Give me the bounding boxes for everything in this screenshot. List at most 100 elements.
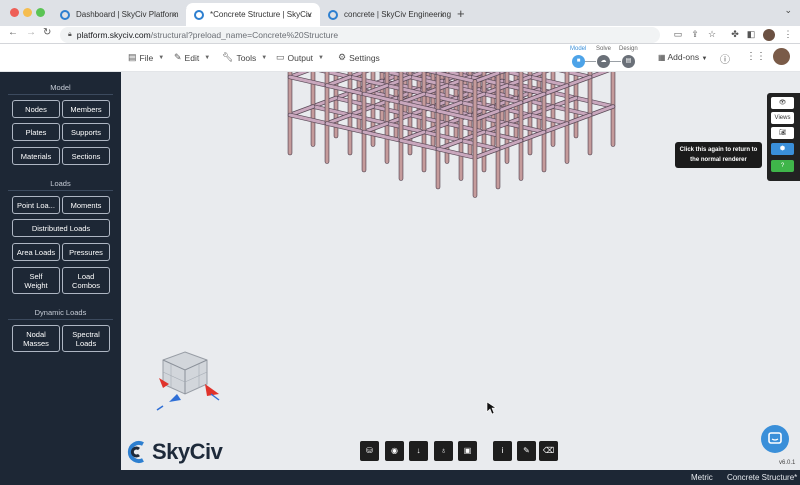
chevron-down-icon: ▼	[204, 54, 211, 61]
addons-menu[interactable]: ▦ Add-ons ▼	[658, 52, 707, 62]
menu-output[interactable]: ▭ Output ▼	[276, 52, 324, 63]
beam-member[interactable]	[334, 96, 375, 108]
chat-bubble-icon	[768, 432, 782, 444]
beam-member[interactable]	[528, 113, 569, 125]
url-host: platform.skyciv.com	[76, 30, 151, 40]
apps-grid-icon[interactable]: ⋮⋮	[746, 51, 766, 62]
back-arrow-icon[interactable]: ←	[8, 27, 18, 38]
render-cube-icon[interactable]: ⬢	[771, 143, 794, 155]
help-circle-icon[interactable]: ⓘ	[720, 51, 730, 66]
beam-member[interactable]	[574, 96, 615, 108]
beam-member[interactable]	[528, 75, 569, 87]
beam-member[interactable]	[588, 105, 615, 117]
beam-member[interactable]	[542, 122, 569, 134]
beam-member[interactable]	[473, 147, 500, 159]
beam-member[interactable]	[565, 113, 592, 125]
lightbulb-icon[interactable]: ♁	[434, 441, 453, 461]
button-label-line: Weight	[24, 280, 48, 290]
members-button[interactable]: Members	[62, 100, 110, 118]
pressures-button[interactable]: Pressures	[62, 243, 110, 261]
units-label[interactable]: Metric	[691, 473, 713, 482]
area-loads-button[interactable]: Area Loads	[12, 243, 60, 261]
left-sidebar: Model Nodes Members Plates Supports Mate…	[0, 72, 121, 470]
sections-button[interactable]: Sections	[62, 147, 110, 165]
minimize-window-dot[interactable]	[23, 8, 32, 17]
tooltip-line: Click this again to return to	[679, 147, 758, 153]
status-bar: Metric Concrete Structure*	[0, 470, 800, 485]
new-tab-button[interactable]: +	[457, 6, 465, 21]
menu-label: File	[139, 52, 154, 63]
browser-tab-concrete-engineering[interactable]: concrete | SkyCiv Engineering ×	[320, 3, 453, 26]
load-combos-button[interactable]: Load Combos	[62, 267, 110, 294]
browser-tab-concrete-structure[interactable]: *Concrete Structure | SkyCiv ×	[186, 3, 320, 26]
beam-member[interactable]	[519, 130, 546, 142]
section-title-dynamic-loads: Dynamic Loads	[34, 308, 87, 317]
button-label-line: Masses	[23, 338, 49, 348]
skyciv-favicon-icon	[194, 9, 204, 20]
address-bar[interactable]: 🔒︎ platform.skyciv.com/structural?preloa…	[60, 27, 660, 43]
menu-tools[interactable]: 🔧︎ Tools ▼	[222, 52, 267, 63]
camera-icon[interactable]: ▣	[458, 441, 477, 461]
menu-label: Tools	[236, 52, 257, 63]
info-icon[interactable]: i	[493, 441, 512, 461]
menu-edit[interactable]: ✎ Edit ▼	[174, 52, 210, 63]
visibility-eye-icon[interactable]: 👁︎	[771, 97, 794, 109]
share-icon[interactable]: ⇪	[690, 29, 700, 39]
workflow-connector	[584, 61, 596, 62]
pencil-icon[interactable]: ✎	[517, 441, 536, 461]
cast-icon[interactable]: ▭	[673, 29, 683, 39]
beam-member[interactable]	[288, 75, 329, 87]
section-divider	[8, 94, 113, 95]
chat-support-button[interactable]	[761, 425, 789, 453]
maximize-window-dot[interactable]	[36, 8, 45, 17]
supports-button[interactable]: Supports	[62, 123, 110, 141]
workflow-design-step[interactable]: ▤	[622, 55, 635, 68]
chevron-down-icon: ▼	[261, 54, 268, 61]
point-loads-button[interactable]: Point Loa...	[12, 196, 60, 214]
extensions-puzzle-icon[interactable]: ✤	[730, 29, 740, 39]
plates-button[interactable]: Plates	[12, 123, 60, 141]
tab-title: Dashboard | SkyCiv Platform	[76, 10, 179, 19]
eraser-icon[interactable]: ⌫	[539, 441, 558, 461]
reload-icon[interactable]: ↻	[43, 27, 51, 38]
beam-member[interactable]	[496, 139, 523, 151]
beam-member[interactable]	[288, 113, 329, 125]
camera-icon[interactable]: 📷︎	[771, 127, 794, 139]
workflow-model-step[interactable]: ■	[572, 55, 585, 68]
forward-arrow-icon[interactable]: →	[26, 27, 36, 38]
down-arrow-icon[interactable]: ↓	[409, 441, 428, 461]
distributed-loads-button[interactable]: Distributed Loads	[12, 219, 110, 237]
eye-icon[interactable]: ◉	[385, 441, 404, 461]
bookmark-star-icon[interactable]: ☆	[707, 29, 717, 39]
browser-menu-icon[interactable]: ⋮	[783, 29, 793, 39]
menu-file[interactable]: ▤ File ▼	[128, 52, 164, 63]
views-button[interactable]: Views	[771, 112, 794, 124]
tab-search-chevron-icon[interactable]: ⌄	[784, 5, 792, 16]
nodes-button[interactable]: Nodes	[12, 100, 60, 118]
workflow-solve-step[interactable]: ☁	[597, 55, 610, 68]
tab-close-icon[interactable]: ×	[440, 10, 445, 20]
beam-member[interactable]	[565, 75, 592, 87]
button-label-line: Self	[29, 271, 43, 281]
menu-settings[interactable]: ⚙ Settings	[338, 52, 380, 63]
beam-member[interactable]	[551, 105, 592, 117]
beam-member[interactable]	[311, 105, 352, 117]
side-panel-icon[interactable]: ◧	[746, 29, 756, 39]
help-question-icon[interactable]: ?	[771, 160, 794, 172]
browser-tab-dashboard[interactable]: Dashboard | SkyCiv Platform ×	[52, 3, 185, 26]
user-avatar[interactable]	[773, 48, 790, 65]
close-window-dot[interactable]	[10, 8, 19, 17]
moments-button[interactable]: Moments	[62, 196, 110, 214]
section-divider	[8, 190, 113, 191]
spectral-loads-button[interactable]: Spectral Loads	[62, 325, 110, 352]
materials-button[interactable]: Materials	[12, 147, 60, 165]
tab-close-icon[interactable]: ×	[307, 10, 312, 20]
view-cube-icon[interactable]	[149, 348, 229, 418]
lock-icon: 🔒︎	[68, 31, 72, 38]
nodal-masses-button[interactable]: Nodal Masses	[12, 325, 60, 352]
model-viewport[interactable]	[121, 72, 800, 470]
layers-icon[interactable]: ⛁	[360, 441, 379, 461]
tab-close-icon[interactable]: ×	[172, 10, 177, 20]
profile-avatar[interactable]	[763, 29, 775, 41]
self-weight-button[interactable]: Self Weight	[12, 267, 60, 294]
